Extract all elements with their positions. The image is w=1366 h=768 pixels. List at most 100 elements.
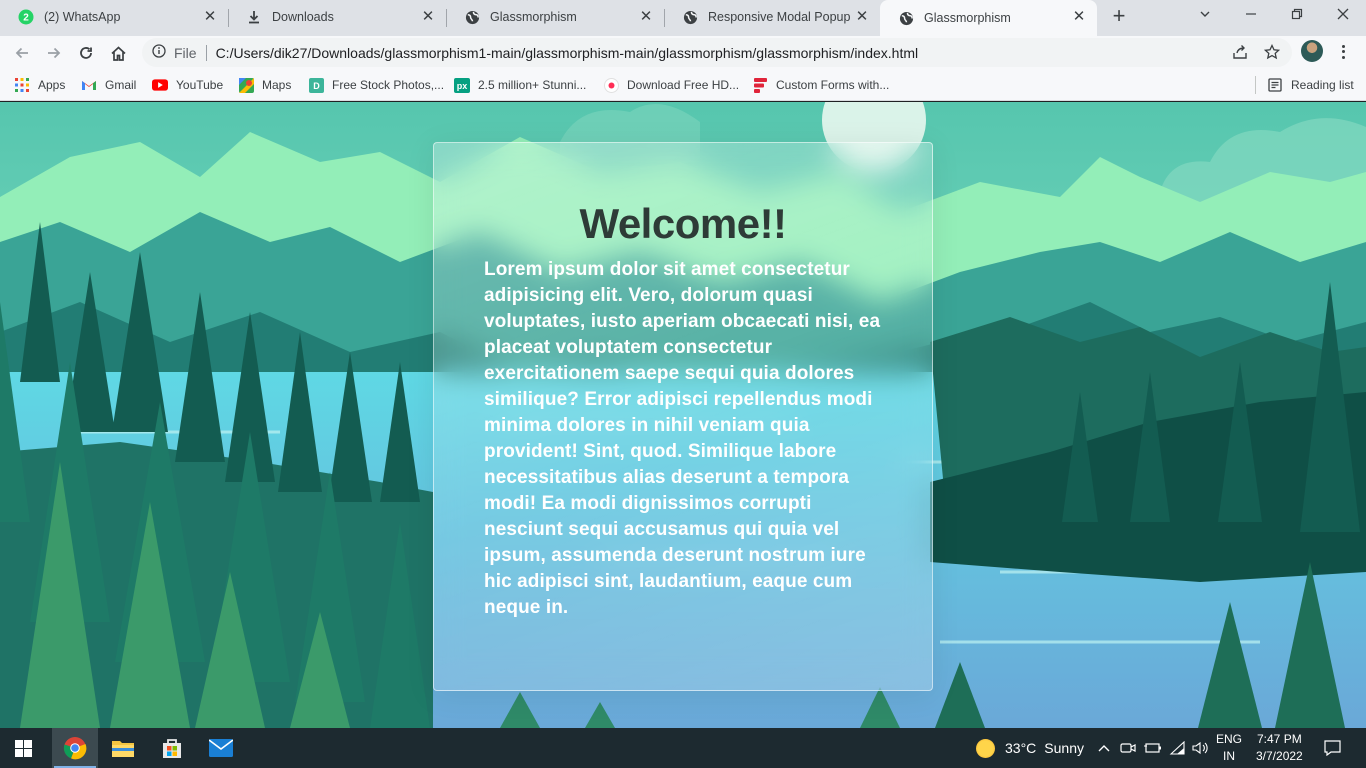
forward-button[interactable] xyxy=(42,41,66,65)
bookmark-youtube[interactable]: YouTube xyxy=(152,76,223,94)
welcome-heading: Welcome!! xyxy=(579,200,787,247)
bookmark-apps[interactable]: Apps xyxy=(14,76,65,94)
bookmark-label: Custom Forms with... xyxy=(776,78,890,92)
tab-whatsapp[interactable]: 2 (2) WhatsApp ✕ xyxy=(0,0,229,34)
battery-icon[interactable] xyxy=(1144,728,1162,768)
close-tab-icon[interactable]: ✕ xyxy=(638,9,654,25)
tab-title: Downloads xyxy=(272,10,334,24)
taskbar-chrome[interactable] xyxy=(52,728,98,768)
pexels-icon: px xyxy=(454,77,470,93)
gmail-icon xyxy=(81,77,97,93)
url-text[interactable]: C:/Users/dik27/Downloads/glassmorphism1-… xyxy=(216,45,919,61)
svg-text:D: D xyxy=(313,81,320,91)
notification-center-icon[interactable] xyxy=(1324,728,1341,768)
language-code: ENG xyxy=(1216,732,1243,746)
bookmark-label: Apps xyxy=(38,78,66,92)
weather-condition: Sunny xyxy=(1044,740,1084,756)
home-button[interactable] xyxy=(106,41,130,65)
close-tab-icon[interactable]: ✕ xyxy=(420,9,436,25)
bookmark-maps[interactable]: Maps xyxy=(238,76,291,94)
sun-icon xyxy=(976,738,995,758)
maps-icon xyxy=(238,77,254,93)
tab-search-chevron-icon[interactable] xyxy=(1193,4,1217,26)
reading-list-icon xyxy=(1267,77,1283,93)
youtube-icon xyxy=(152,77,168,93)
chrome-icon xyxy=(63,737,87,760)
tab-strip: 2 (2) WhatsApp ✕ Downloads ✕ Glassmorphi… xyxy=(0,0,1366,36)
minimize-window-button[interactable] xyxy=(1239,4,1263,26)
start-button[interactable] xyxy=(0,728,46,768)
new-tab-button[interactable]: + xyxy=(1108,5,1130,28)
reading-list-button[interactable]: Reading list xyxy=(1267,76,1354,94)
whatsapp-icon: 2 xyxy=(18,9,34,25)
bookmark-free-stock-photos[interactable]: D Free Stock Photos,... xyxy=(308,76,444,94)
reading-list-label: Reading list xyxy=(1291,78,1354,92)
share-icon[interactable] xyxy=(1231,43,1249,61)
svg-text:px: px xyxy=(457,81,468,91)
clock-time: 7:47 PM xyxy=(1257,732,1302,746)
windows-logo-icon xyxy=(14,739,32,757)
profile-avatar[interactable] xyxy=(1301,40,1323,62)
record-icon xyxy=(603,77,619,93)
weather-widget[interactable]: 33°C Sunny xyxy=(976,728,1084,768)
forms-icon xyxy=(752,77,768,93)
glass-card: Welcome!! Lorem ipsum dolor sit amet con… xyxy=(433,142,933,691)
tab-title: (2) WhatsApp xyxy=(44,10,121,24)
show-hidden-icons-chevron[interactable] xyxy=(1097,728,1111,768)
bookmark-custom-forms[interactable]: Custom Forms with... xyxy=(752,76,889,94)
address-bar[interactable]: File C:/Users/dik27/Downloads/glassmorph… xyxy=(142,38,1292,67)
mail-icon xyxy=(209,739,233,757)
reload-button[interactable] xyxy=(74,41,98,65)
svg-text:2: 2 xyxy=(23,13,29,24)
input-language-indicator[interactable]: ENG IN xyxy=(1216,728,1242,768)
bookmark-label: Free Stock Photos,... xyxy=(332,78,445,92)
bookmark-star-icon[interactable] xyxy=(1263,43,1281,61)
tab-downloads[interactable]: Downloads ✕ xyxy=(228,0,447,34)
bookmark-pexels[interactable]: px 2.5 million+ Stunni... xyxy=(454,76,586,94)
bookmark-label: YouTube xyxy=(176,78,224,92)
taskbar-store[interactable] xyxy=(149,728,195,768)
bookmark-download-free-hd[interactable]: Download Free HD... xyxy=(603,76,739,94)
restore-window-button[interactable] xyxy=(1285,4,1309,26)
weather-temp: 33°C xyxy=(1005,740,1037,756)
close-tab-icon[interactable]: ✕ xyxy=(1071,9,1087,25)
back-button[interactable] xyxy=(10,41,34,65)
bookmarks-separator xyxy=(1255,76,1256,94)
tab-title: Glassmorphism xyxy=(490,10,577,24)
tab-glassmorphism[interactable]: Glassmorphism ✕ xyxy=(446,0,665,34)
globe-icon xyxy=(898,10,914,26)
bookmarks-bar: Apps Gmail YouTube Maps D Free Stock Pho… xyxy=(0,69,1366,101)
tab-title: Responsive Modal Popup xyxy=(708,10,851,24)
stock-photos-icon: D xyxy=(308,77,324,93)
region-code: IN xyxy=(1223,749,1235,763)
close-tab-icon[interactable]: ✕ xyxy=(854,9,870,25)
url-scheme-label: File xyxy=(174,44,197,61)
site-info-icon[interactable] xyxy=(152,44,166,61)
page-viewport: Welcome!! Lorem ipsum dolor sit amet con… xyxy=(0,102,1366,728)
close-window-button[interactable] xyxy=(1331,4,1355,26)
bookmark-gmail[interactable]: Gmail xyxy=(81,76,136,94)
system-clock[interactable]: 7:47 PM 3/7/2022 xyxy=(1256,728,1303,768)
globe-icon xyxy=(682,9,698,25)
close-tab-icon[interactable]: ✕ xyxy=(202,9,218,25)
taskbar-mail[interactable] xyxy=(198,728,244,768)
wifi-icon[interactable] xyxy=(1169,728,1186,768)
volume-icon[interactable] xyxy=(1192,728,1210,768)
tab-responsive-modal-popup[interactable]: Responsive Modal Popup ✕ xyxy=(664,0,880,34)
clock-date: 3/7/2022 xyxy=(1256,749,1303,763)
globe-icon xyxy=(464,9,480,25)
welcome-body-text: Lorem ipsum dolor sit amet consectetur a… xyxy=(484,259,881,618)
bookmark-label: 2.5 million+ Stunni... xyxy=(478,78,587,92)
url-divider xyxy=(205,44,207,61)
bookmark-label: Download Free HD... xyxy=(627,78,740,92)
taskbar-file-explorer[interactable] xyxy=(100,728,146,768)
browser-toolbar: File C:/Users/dik27/Downloads/glassmorph… xyxy=(0,36,1366,69)
bookmark-label: Gmail xyxy=(105,78,137,92)
tab-title: Glassmorphism xyxy=(924,11,1011,25)
windows-taskbar: 33°C Sunny ENG IN 7:47 PM 3/7/2022 xyxy=(0,728,1366,768)
bookmark-label: Maps xyxy=(262,78,292,92)
tab-glassmorphism-active[interactable]: Glassmorphism ✕ xyxy=(880,0,1097,36)
meet-now-icon[interactable] xyxy=(1120,728,1137,768)
browser-menu-button[interactable] xyxy=(1336,41,1350,63)
download-icon xyxy=(246,9,262,25)
